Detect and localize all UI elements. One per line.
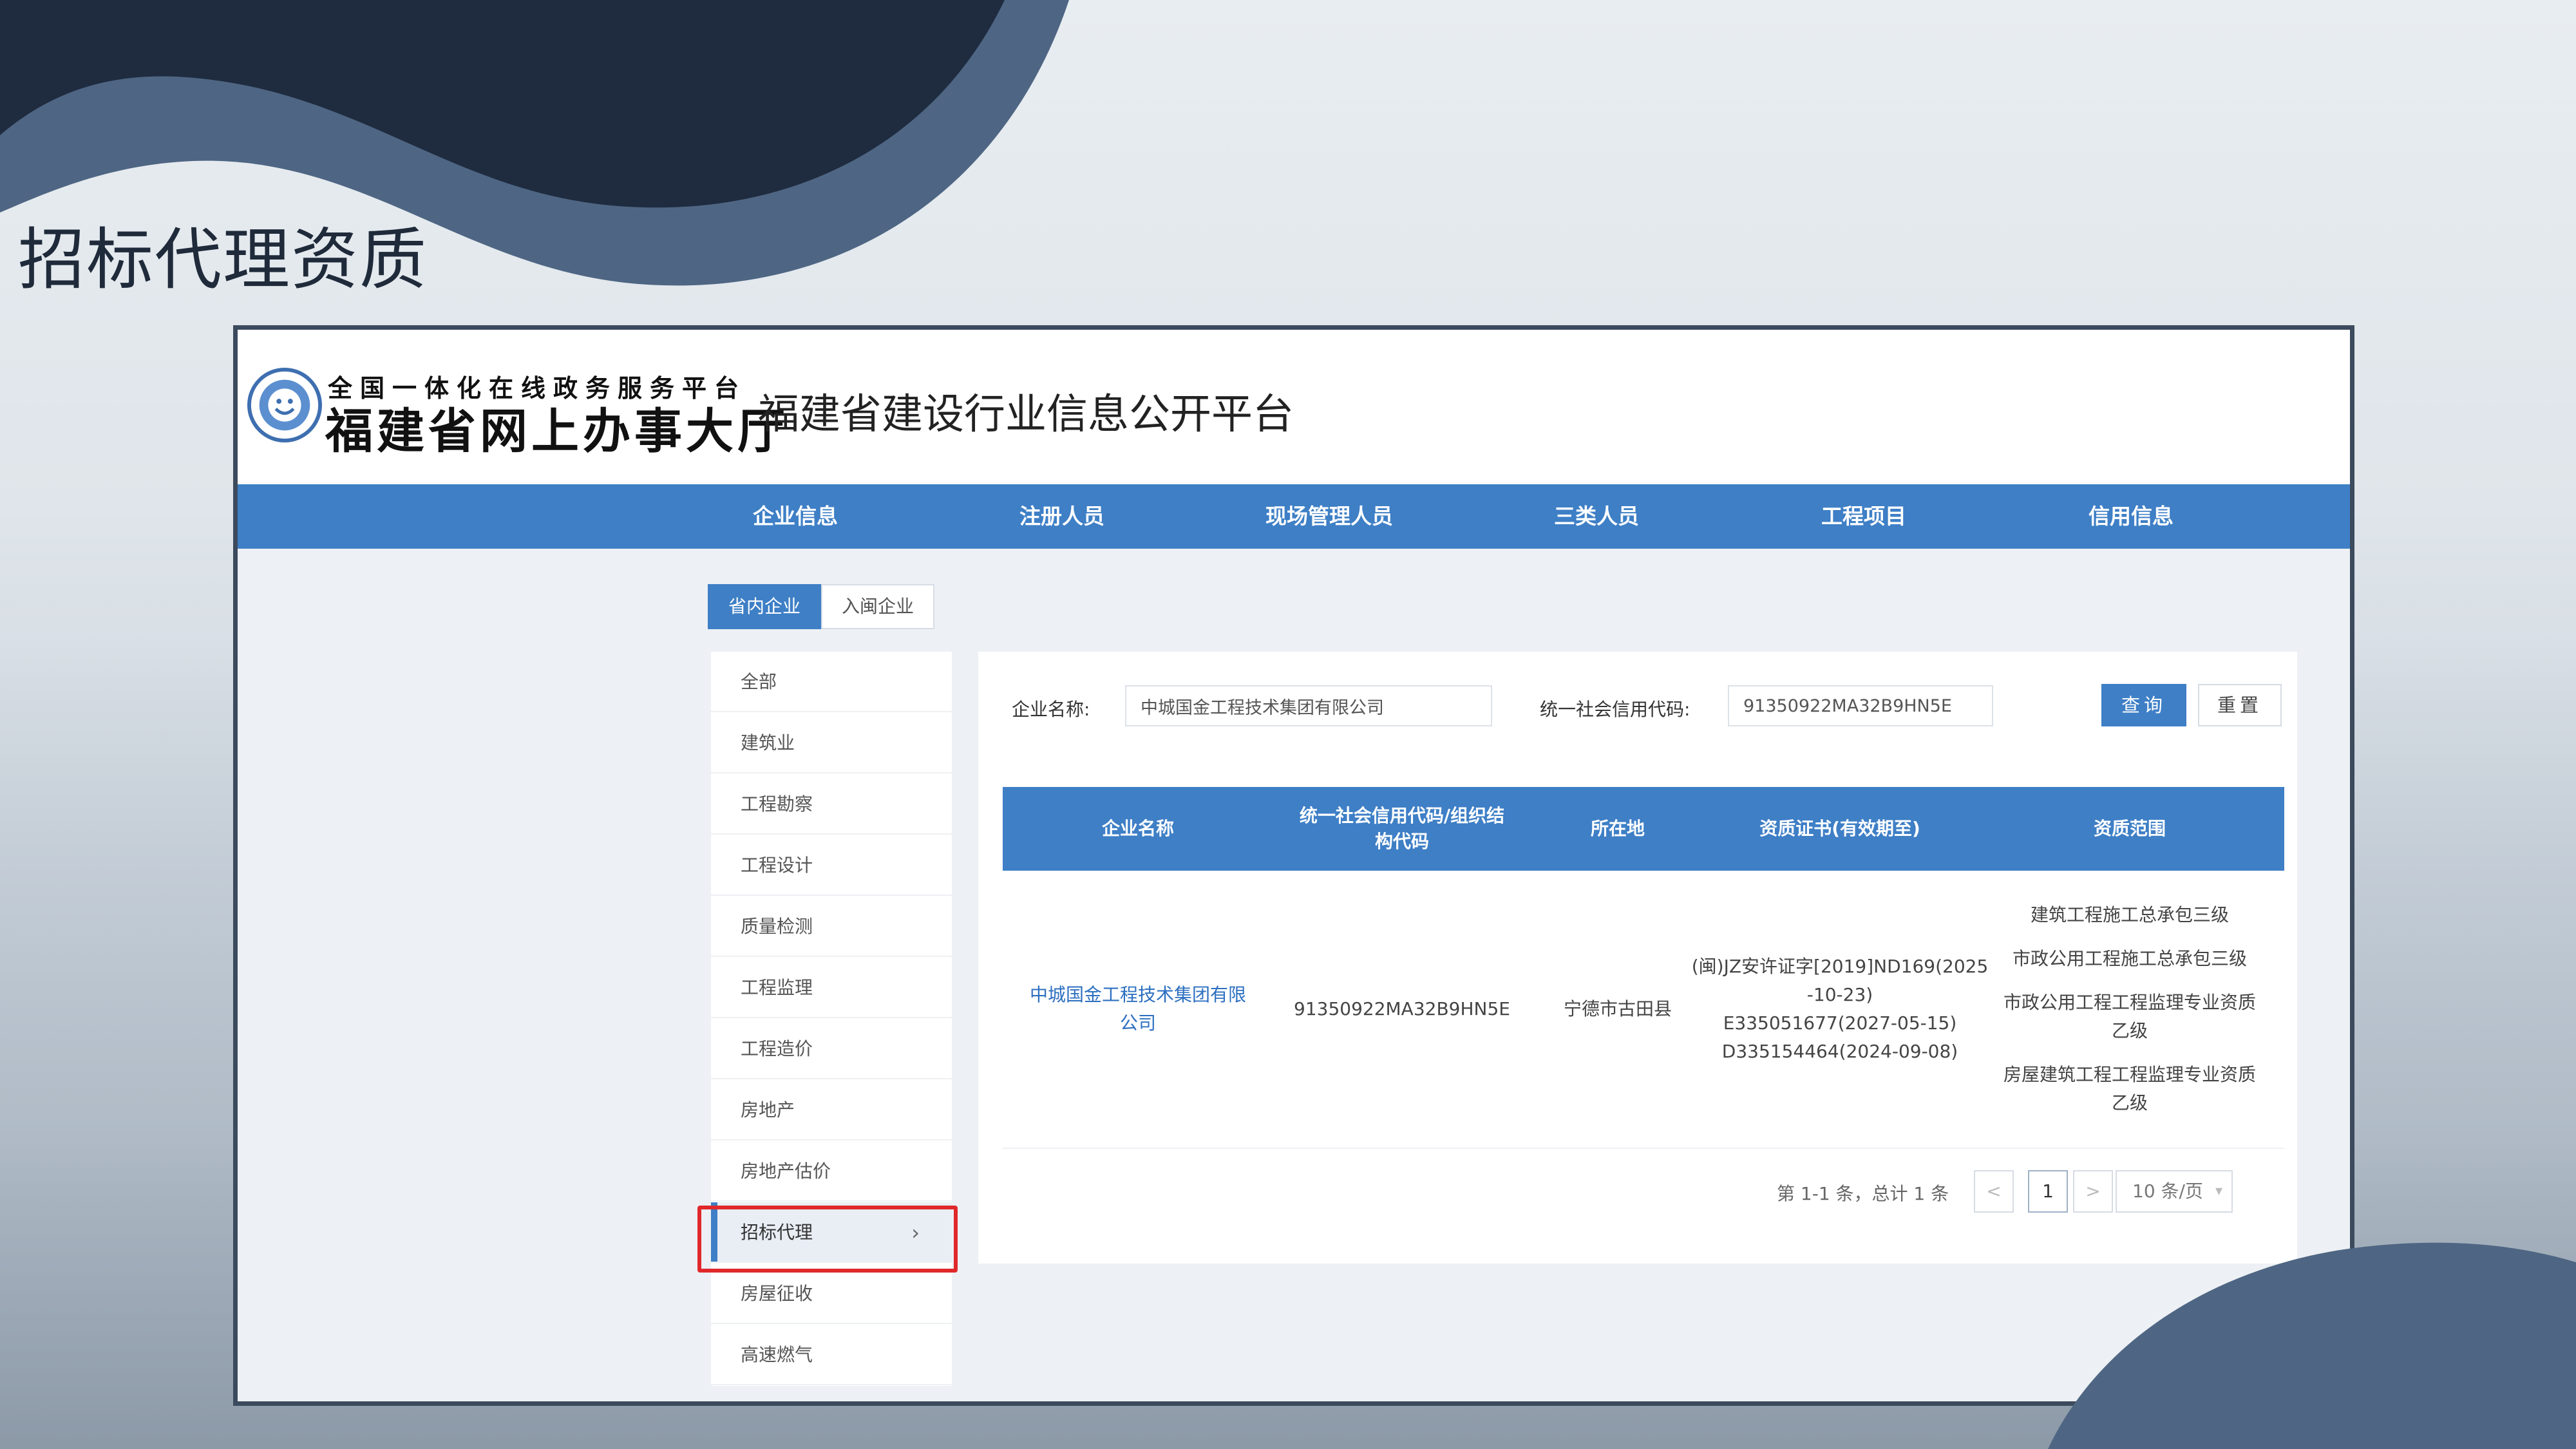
category-item[interactable]: 房屋征收 [711,1264,952,1324]
certificate-line: D335154464(2024-09-08) [1721,1041,1958,1062]
table-row: 中城国金工程技术集团有限公司 91350922MA32B9HN5E 宁德市古田县… [1003,871,2284,1149]
category-item[interactable]: 全部 [711,652,952,712]
pagination-info: 第 1-1 条，总计 1 条 [1777,1183,1949,1204]
main-nav: 企业信息 注册人员 现场管理人员 三类人员 工程项目 信用信息 [238,484,2350,549]
credit-code-label: 统一社会信用代码: [1540,699,1690,720]
reset-button[interactable]: 重置 [2198,684,2282,726]
company-name-input[interactable] [1125,685,1492,726]
chevron-down-icon: ▾ [2215,1183,2222,1199]
credit-code-input[interactable] [1728,685,1993,726]
portal-emblem-icon [247,367,323,443]
certificate-line: E335051677(2027-05-15) [1723,1012,1957,1034]
prev-page-button[interactable]: < [1974,1170,2014,1213]
company-name-label: 企业名称: [1012,699,1090,720]
category-item[interactable]: 质量检测 [711,896,952,957]
nav-site-managers[interactable]: 现场管理人员 [1239,484,1419,549]
column-header: 资质范围 [2093,818,2166,839]
portal-header: 全国一体化在线政务服务平台 福建省网上办事大厅 福建省建设行业信息公开平台 [238,330,2350,484]
highlight-box [697,1206,958,1273]
tab-entering-fujian[interactable]: 入闽企业 [821,584,935,629]
category-item[interactable]: 工程勘察 [711,774,952,835]
nav-registered-personnel[interactable]: 注册人员 [972,484,1152,549]
category-item[interactable]: 房地产 [711,1080,952,1141]
tab-in-province[interactable]: 省内企业 [708,584,822,629]
nav-three-types-personnel[interactable]: 三类人员 [1506,484,1687,549]
column-header: 资质证书(有效期至) [1759,818,1920,839]
column-header: 所在地 [1590,818,1645,839]
page-number-button[interactable]: 1 [2028,1170,2068,1213]
next-page-button[interactable]: > [2073,1170,2113,1213]
scope-item: 建筑工程施工总承包三级 [2030,904,2229,925]
location-cell: 宁德市古田县 [1563,998,1672,1019]
column-header: 统一社会信用代码/组织结构代码 [1299,805,1505,852]
category-item[interactable]: 工程造价 [711,1019,952,1079]
portal-title: 福建省网上办事大厅 [325,404,789,459]
category-item[interactable]: 高速燃气 [711,1325,952,1385]
certificate-cell: (闽)JZ安许证字[2019]ND169(2025 -10-23) E33505… [1692,871,1989,1148]
category-item[interactable]: 工程监理 [711,958,952,1018]
platform-name: 福建省建设行业信息公开平台 [758,391,1294,439]
scope-cell: 建筑工程施工总承包三级 市政公用工程施工总承包三级 市政公用工程工程监理专业资质… [1975,871,2284,1148]
content-area: 省内企业 入闽企业 全部 建筑业 工程勘察 工程设计 质量检测 工程监理 工程造… [238,549,2350,1401]
website-screenshot: 全国一体化在线政务服务平台 福建省网上办事大厅 福建省建设行业信息公开平台 企业… [233,325,2354,1406]
nav-projects[interactable]: 工程项目 [1774,484,1954,549]
bottom-decorative-shape [2048,1242,2576,1449]
query-button[interactable]: 查询 [2101,684,2186,726]
nav-credit-info[interactable]: 信用信息 [2041,484,2221,549]
slide-title: 招标代理资质 [18,220,428,299]
results-table-header: 企业名称 统一社会信用代码/组织结构代码 所在地 资质证书(有效期至) 资质范围 [1003,787,2284,871]
search-results-panel: 企业名称: 统一社会信用代码: 查询 重置 企业名称 统一社会信用代码/组织结构… [978,652,2297,1264]
category-item[interactable]: 建筑业 [711,713,952,773]
column-header: 企业名称 [1101,818,1174,839]
certificate-line: -10-23) [1806,984,1873,1005]
certificate-line: (闽)JZ安许证字[2019]ND169(2025 [1691,956,1989,977]
page-size-select[interactable]: 10 条/页 ▾ [2116,1170,2233,1213]
scope-item: 房屋建筑工程工程监理专业资质乙级 [2003,1064,2256,1113]
page-size-value: 10 条/页 [2132,1180,2203,1202]
category-item[interactable]: 工程设计 [711,835,952,896]
category-item[interactable]: 房地产估价 [711,1141,952,1202]
category-list: 全部 建筑业 工程勘察 工程设计 质量检测 工程监理 工程造价 房地产 房地产估… [711,652,952,1386]
credit-code-cell: 91350922MA32B9HN5E [1294,998,1510,1019]
region-tabs: 省内企业 入闽企业 [708,584,935,629]
scope-item: 市政公用工程施工总承包三级 [2012,948,2247,969]
nav-enterprise-info[interactable]: 企业信息 [705,484,886,549]
scope-item: 市政公用工程工程监理专业资质乙级 [2003,992,2256,1041]
company-name-link[interactable]: 中城国金工程技术集团有限公司 [1022,981,1254,1037]
